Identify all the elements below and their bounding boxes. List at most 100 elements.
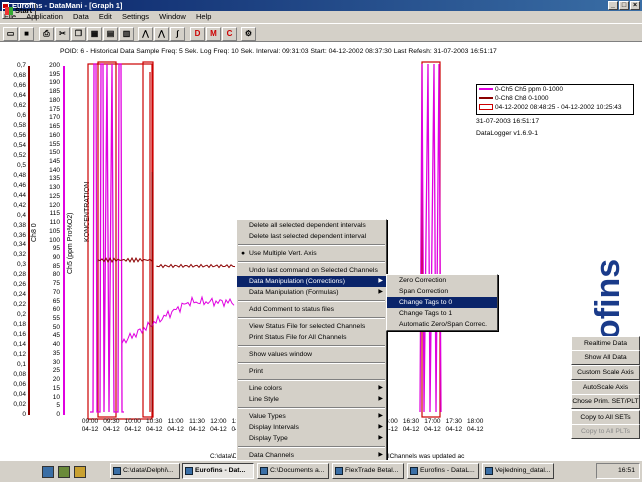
menu-separator <box>238 379 385 381</box>
menu-separator <box>238 446 385 448</box>
context-menu-item[interactable]: Display Intervals ▶ <box>237 422 386 433</box>
save-icon[interactable]: ■ <box>19 27 34 41</box>
menu-separator <box>238 362 385 364</box>
taskbar-button[interactable]: C:\data\Delphi\... <box>110 463 180 479</box>
menu-separator <box>238 300 385 302</box>
open-folder-icon[interactable]: ▭ <box>3 27 18 41</box>
menu-help[interactable]: Help <box>192 11 215 22</box>
submenu-item[interactable]: Automatic Zero/Span Correc. <box>387 319 497 330</box>
menu-separator <box>238 244 385 246</box>
menu-separator <box>238 261 385 263</box>
taskbar-button[interactable]: C:\Documents a... <box>257 463 329 479</box>
submenu-item[interactable]: Change Tags to 0 <box>387 297 497 308</box>
legend: 0-Ch5 Ch5 ppm 0-1000 0-Ch8 Ch8 0-1000 04… <box>476 84 634 115</box>
legend-item-ch5: 0-Ch5 Ch5 ppm 0-1000 <box>477 86 633 95</box>
submenu-item[interactable]: Change Tags to 1 <box>387 308 497 319</box>
close-button[interactable]: × <box>630 1 640 10</box>
side-button-autoscale-axis[interactable]: AutoScale Axis <box>571 380 640 395</box>
menu-separator <box>238 407 385 409</box>
x-axis-tick: 18:00 04-12 <box>466 418 484 433</box>
table-icon[interactable]: ▤ <box>103 27 118 41</box>
submenu-arrow-icon: ▶ <box>378 289 383 295</box>
x-axis-tick: 10:30 04-12 <box>145 418 163 433</box>
submenu-arrow-icon: ▶ <box>378 413 383 419</box>
ch5-series-line-a <box>90 63 124 413</box>
menubar: File Application Data Edit Settings Wind… <box>0 11 642 22</box>
maximize-button[interactable]: □ <box>619 1 629 10</box>
windows-flag-icon <box>5 7 13 15</box>
curve-icon[interactable]: ∫ <box>170 27 185 41</box>
menu-settings[interactable]: Settings <box>118 11 153 22</box>
system-tray-clock: 16:51 <box>596 463 640 479</box>
side-button-show-all-data[interactable]: Show All Data <box>571 350 640 365</box>
context-menu-item[interactable]: Undo last command on Selected Channels <box>237 265 386 276</box>
legend-item-ch8: 0-Ch8 Ch8 0-1000 <box>477 95 633 104</box>
taskbar-button[interactable]: Eurofins - DataL... <box>407 463 479 479</box>
side-button-custom-scale-axis[interactable]: Custom Scale Axis <box>571 365 640 380</box>
menu-window[interactable]: Window <box>155 11 190 22</box>
x-axis-tick: 09:30 04-12 <box>103 418 120 433</box>
window-icon <box>260 467 268 475</box>
taskbar-button[interactable]: Vejledning_datal... <box>482 463 554 479</box>
context-menu-item[interactable]: Print Status File for All Channels <box>237 332 386 343</box>
submenu-arrow-icon: ▶ <box>378 396 383 402</box>
x-axis-tick: 10:00 04-12 <box>124 418 142 433</box>
settings-icon[interactable]: ⚙ <box>241 27 256 41</box>
start-button[interactable]: Start <box>2 3 36 19</box>
window-icon <box>410 467 418 475</box>
window-titlebar: Eurofins - DataMani - [Graph 1] _ □ × <box>0 0 642 11</box>
menu-edit[interactable]: Edit <box>95 11 116 22</box>
corrections-submenu: Zero Correction Span Correction Change Tag… <box>386 274 498 331</box>
ie-icon[interactable] <box>42 466 54 478</box>
side-button-copy-to-all-sets[interactable]: Copy to All SETs <box>571 410 640 425</box>
context-menu-item[interactable]: Line Style ▶ <box>237 394 386 405</box>
d-button[interactable]: D <box>190 27 205 41</box>
ch8-series-line-a <box>97 256 153 264</box>
context-menu-item[interactable]: Print <box>237 366 386 377</box>
cut-icon[interactable]: ✂ <box>55 27 70 41</box>
context-menu-item[interactable]: Delete all selected dependent intervals <box>237 220 386 231</box>
submenu-arrow-icon: ▶ <box>378 385 383 391</box>
submenu-arrow-icon: ▶ <box>378 278 383 284</box>
chart-icon[interactable]: ▥ <box>119 27 134 41</box>
submenu-item[interactable]: Zero Correction <box>387 275 497 286</box>
x-axis-tick: 17:00 04-12 <box>424 418 441 433</box>
context-menu-item[interactable]: Line colors ▶ <box>237 383 386 394</box>
side-button-realtime-data[interactable]: Realtime Data <box>571 336 640 351</box>
grid-icon[interactable]: ▦ <box>87 27 102 41</box>
context-menu-item[interactable]: Data Manipulation (Formulas) ▶ <box>237 287 386 298</box>
submenu-item[interactable]: Span Correction <box>387 286 497 297</box>
menu-data[interactable]: Data <box>69 11 93 22</box>
context-menu-item[interactable]: Delete last selected dependent interval <box>237 231 386 242</box>
context-menu-item[interactable]: View Status File for selected Channels <box>237 321 386 332</box>
copy-icon[interactable]: ❐ <box>71 27 86 41</box>
context-menu: Delete all selected dependent intervals D… <box>236 219 387 473</box>
context-menu-item[interactable]: Show values window <box>237 349 386 360</box>
taskbar-button[interactable]: Eurofins - Dat... <box>182 463 254 479</box>
context-menu-item[interactable]: Add Comment to status files <box>237 304 386 315</box>
context-menu-item[interactable]: Display Type ▶ <box>237 433 386 444</box>
side-button-chose-prim-set-plt[interactable]: Chose Prim. SET/PLT <box>571 394 640 409</box>
window-icon <box>485 467 493 475</box>
context-menu-item[interactable]: Use Multiple Vert. Axis ● <box>237 248 386 259</box>
taskbar-button[interactable]: FlexTrade Betal... <box>332 463 404 479</box>
x-axis-tick: 11:00 04-12 <box>167 418 184 433</box>
x-axis-tick: 09:00 04-12 <box>81 418 99 433</box>
x-axis-tick: 11:30 04-12 <box>188 418 206 433</box>
print-icon[interactable]: ⎙ <box>39 27 54 41</box>
c-button[interactable]: C <box>222 27 237 41</box>
ch5-noisy-line <box>121 295 235 352</box>
ch8-series-line-b <box>156 263 236 269</box>
bullet-icon: ● <box>241 250 246 257</box>
minimize-button[interactable]: _ <box>608 1 618 10</box>
window-icon <box>335 467 343 475</box>
m-button[interactable]: M <box>206 27 221 41</box>
x-axis-tick: 12:00 04-12 <box>210 418 227 433</box>
context-menu-item[interactable]: Data Manipulation (Corrections) ▶ <box>237 276 386 287</box>
line-chart-icon[interactable]: ⋀ <box>138 27 153 41</box>
context-menu-item[interactable]: Value Types ▶ <box>237 411 386 422</box>
outlook-icon[interactable] <box>74 466 86 478</box>
desktop-icon[interactable] <box>58 466 70 478</box>
line-chart-2-icon[interactable]: ⋀ <box>154 27 169 41</box>
side-timestamp: 31-07-2003 16:51:17 <box>476 118 540 125</box>
